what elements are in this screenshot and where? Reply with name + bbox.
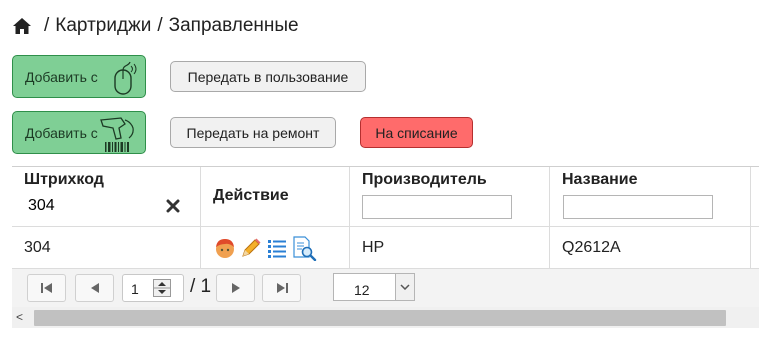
cell-barcode: 304 [12,227,201,268]
next-page-button[interactable] [216,274,255,302]
column-header-barcode[interactable]: Штрихкод [12,167,201,226]
transfer-to-use-label: Передать в пользование [187,68,349,85]
page-number-value: 1 [131,281,139,297]
column-header-action: Действие [201,167,350,226]
write-off-label: На списание [375,124,458,141]
list-icon[interactable] [265,236,289,260]
add-with-mouse-label: Добавить с [25,68,98,85]
clear-filter-icon[interactable] [166,199,180,213]
page-size-value: 12 [354,282,370,298]
page-number-input[interactable]: 1 [122,274,184,302]
cell-manufacturer: HP [350,227,550,268]
column-header-next [751,167,759,226]
search-document-icon[interactable] [291,235,317,261]
column-header-barcode-label: Штрихкод [24,171,104,188]
last-page-button[interactable] [262,274,301,302]
column-header-manufacturer-label: Производитель [362,171,487,188]
last-page-icon [276,283,288,293]
barcode-scanner-icon [100,117,134,152]
breadcrumb-separator: / [157,15,163,36]
scrollbar-thumb[interactable] [34,310,726,326]
cell-name: Q2612A [550,227,751,268]
name-filter-input[interactable] [563,195,713,219]
mouse-icon [114,61,137,95]
column-header-name[interactable]: Название [550,167,751,226]
next-page-icon [231,283,240,293]
horizontal-scrollbar[interactable]: < [12,307,759,328]
column-header-name-label: Название [562,171,638,188]
scroll-left-icon[interactable]: < [16,310,23,324]
page-size-select[interactable]: 12 [333,273,415,301]
add-with-mouse-button[interactable]: Добавить с [12,55,146,98]
breadcrumb: / Картриджи / Заправленные [12,13,299,39]
add-with-scanner-label: Добавить с [25,124,98,141]
transfer-to-use-button[interactable]: Передать в пользование [170,61,366,92]
previous-page-button[interactable] [75,274,114,302]
page-total: / 1 [190,276,212,297]
barcode-filter-input[interactable] [24,194,187,218]
transfer-to-repair-label: Передать на ремонт [186,124,320,141]
column-header-manufacturer[interactable]: Производитель [350,167,550,226]
previous-page-icon [90,283,99,293]
pager: 1 / 1 12 [12,268,759,307]
cartridges-table: Штрихкод Действие Производитель Название… [12,166,759,269]
breadcrumb-separator: / [44,15,50,36]
transfer-to-repair-button[interactable]: Передать на ремонт [170,117,336,148]
first-page-icon [40,283,52,293]
add-with-scanner-button[interactable]: Добавить с [12,111,146,154]
user-icon[interactable] [213,236,237,260]
breadcrumb-item-refilled: Заправленные [168,15,299,36]
home-icon[interactable] [12,16,32,36]
write-off-button[interactable]: На списание [360,117,473,148]
table-row[interactable]: 304 HP Q2612A [12,226,759,269]
manufacturer-filter-input[interactable] [362,195,512,219]
breadcrumb-item-cartridges[interactable]: Картриджи [55,15,151,37]
page-spinner-icon[interactable] [153,279,171,297]
cell-actions [201,227,350,268]
chevron-down-icon [395,274,414,300]
first-page-button[interactable] [27,274,66,302]
column-header-action-label: Действие [213,187,289,204]
pencil-icon[interactable] [239,236,263,260]
